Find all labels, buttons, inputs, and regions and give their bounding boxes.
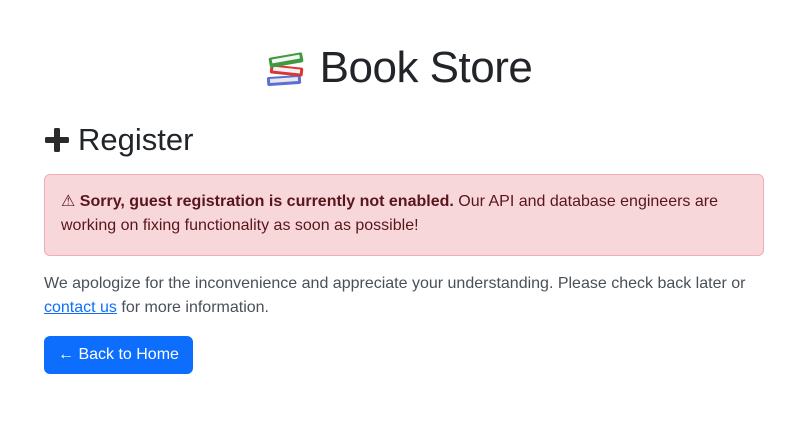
apology-paragraph: We apologize for the inconvenience and a… (44, 272, 764, 320)
apology-text-before: We apologize for the inconvenience and a… (44, 275, 746, 292)
plus-icon (44, 127, 70, 153)
site-header: Book Store (0, 36, 796, 100)
main-container: Register ⚠ Sorry, guest registration is … (44, 118, 764, 374)
books-icon (264, 46, 308, 90)
back-to-home-button[interactable]: ← Back to Home (44, 336, 193, 374)
alert-bold-text: Sorry, guest registration is currently n… (79, 193, 454, 210)
apology-text-after: for more information. (116, 299, 269, 316)
site-title: Book Store (319, 43, 533, 92)
registration-disabled-alert: ⚠ Sorry, guest registration is currently… (44, 174, 764, 256)
alert-bold-message: ⚠ Sorry, guest registration is currently… (61, 193, 454, 210)
warning-icon: ⚠ (61, 193, 76, 210)
contact-us-link[interactable]: contact us (44, 299, 117, 316)
page-title: Register (78, 122, 194, 157)
page-heading: Register (44, 118, 764, 162)
